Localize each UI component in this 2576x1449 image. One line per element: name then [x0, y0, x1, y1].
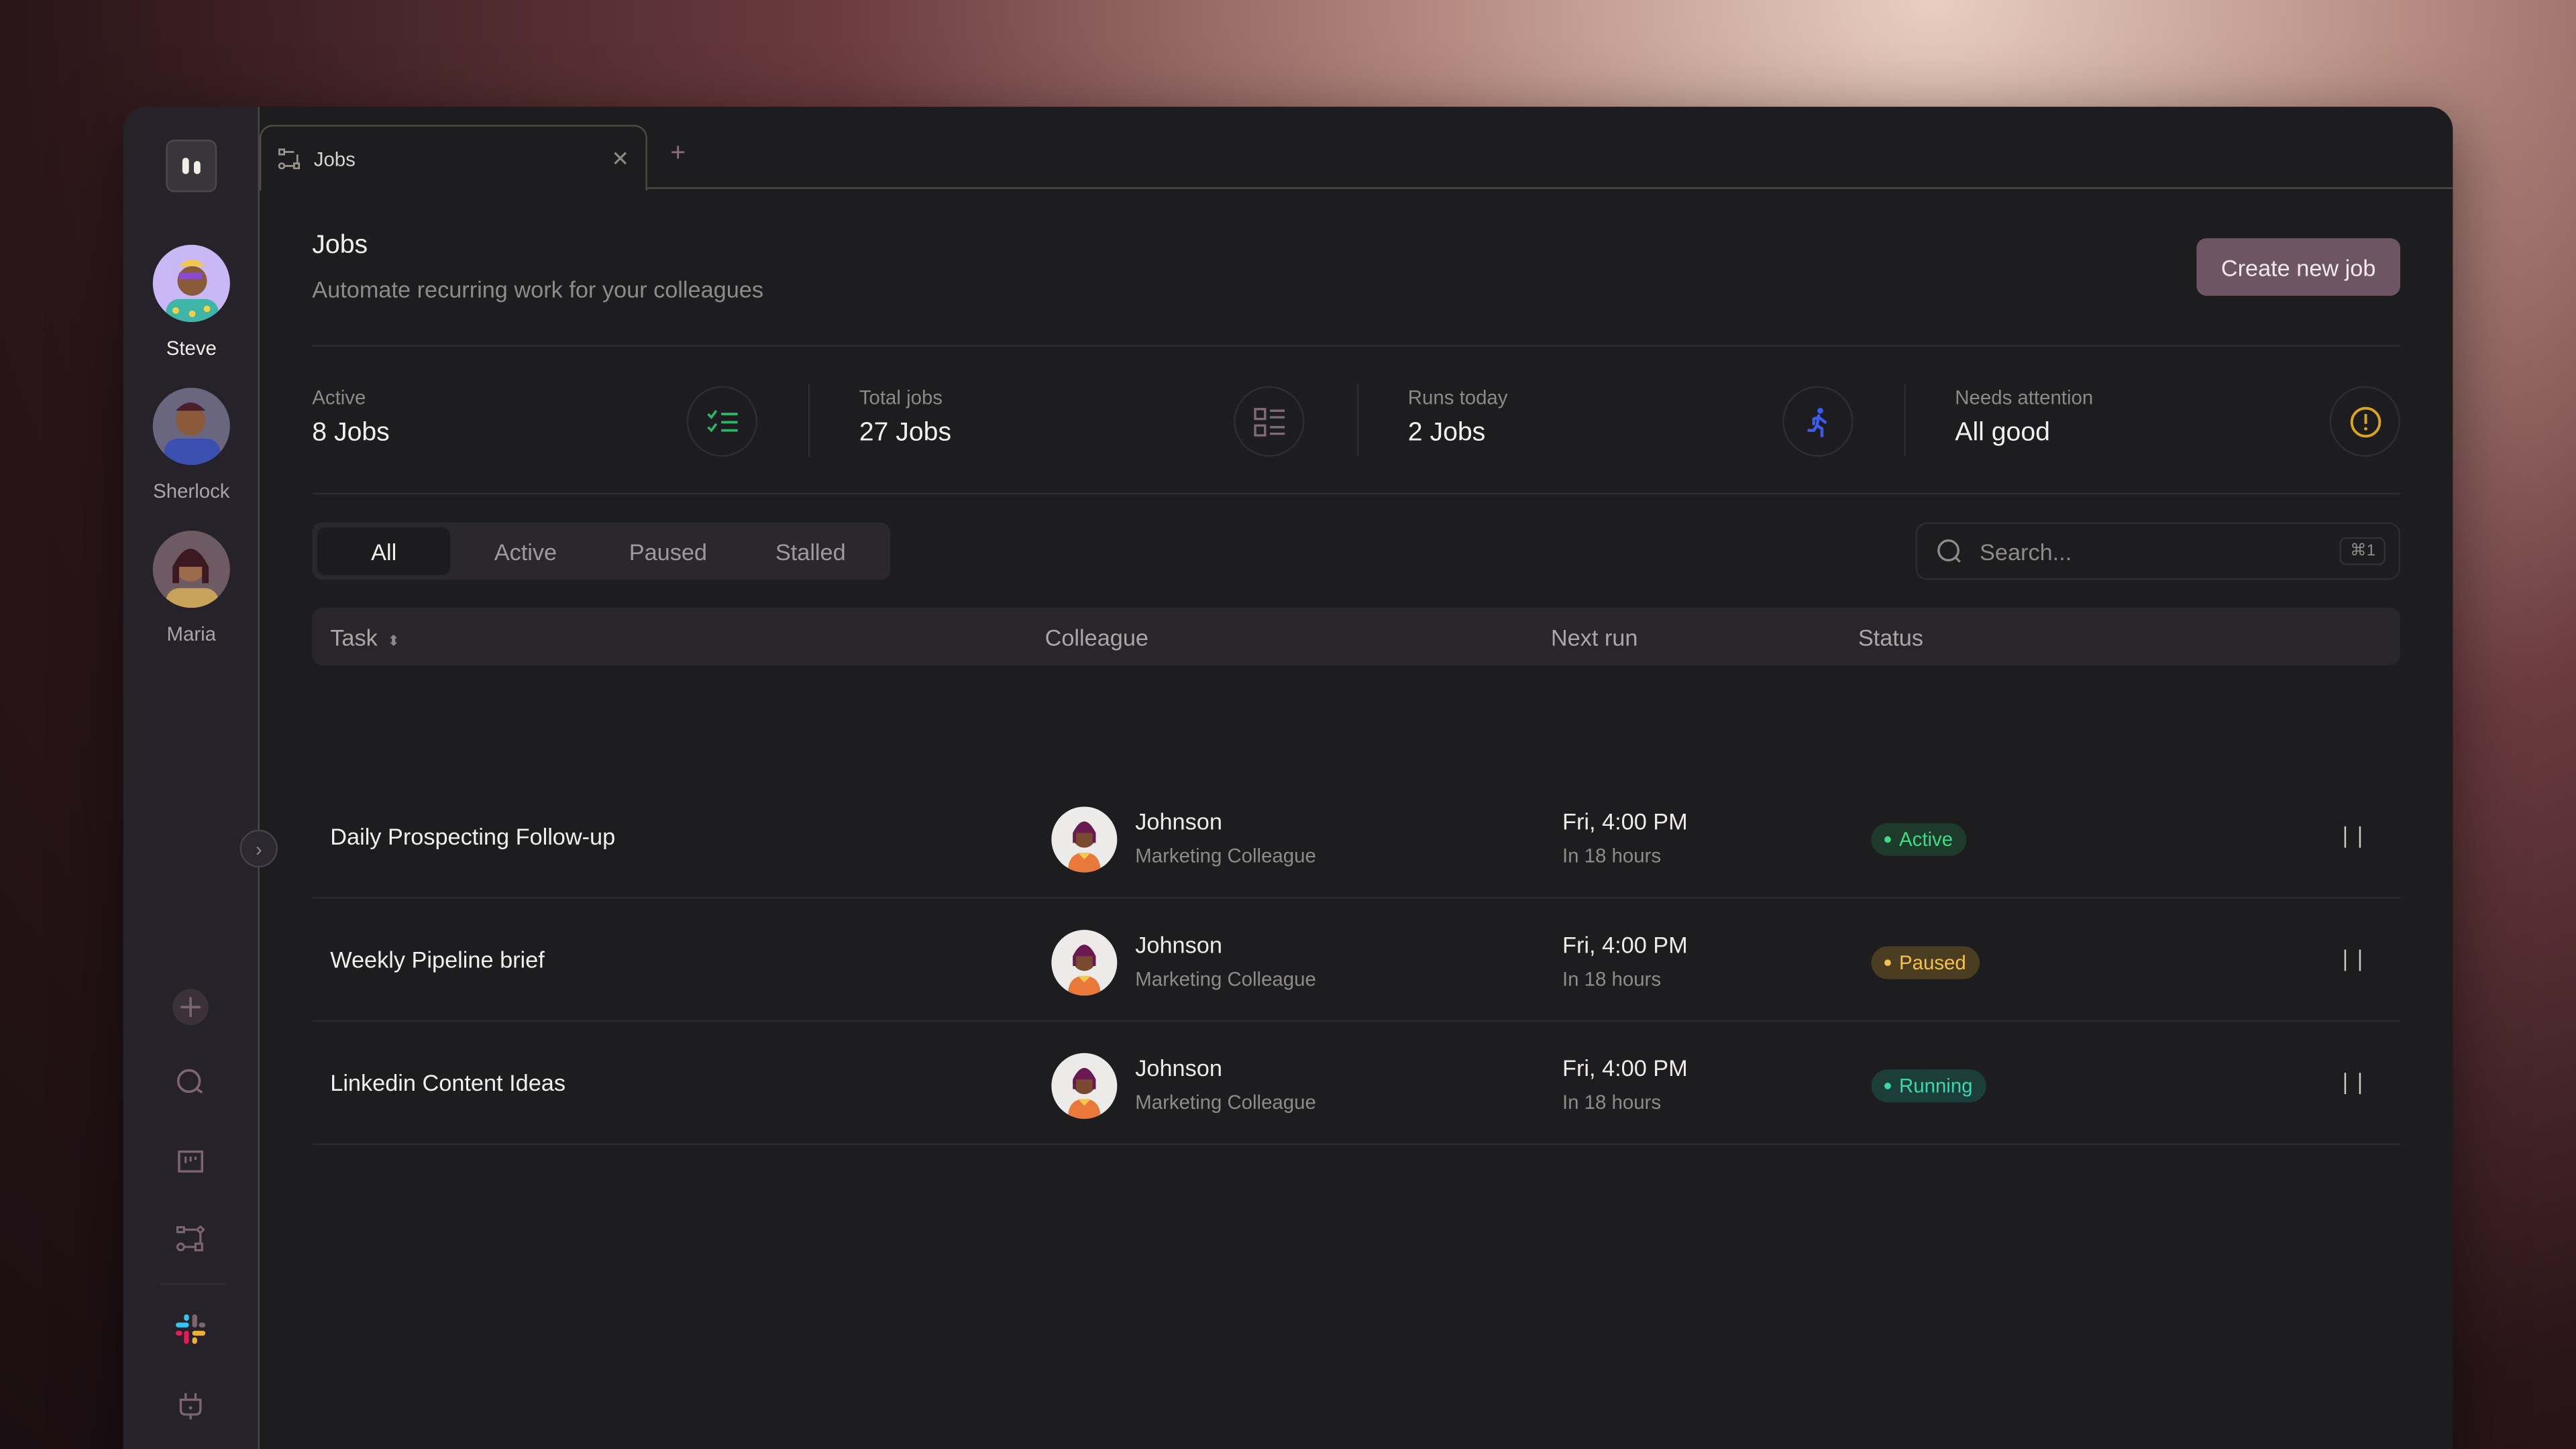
search-icon [1937, 538, 1961, 562]
list-grid-icon [1234, 386, 1305, 457]
column-label: Task [330, 624, 378, 651]
tab-jobs[interactable]: Jobs ✕ [259, 125, 647, 191]
user-label: Maria [166, 623, 217, 646]
slack-icon[interactable] [174, 1313, 207, 1346]
table-header: Task ⬍ Colleague Next run Status [312, 608, 2400, 665]
tab-label: Jobs [313, 147, 356, 170]
next-run-time: Fri, 4:00 PM [1562, 931, 1688, 958]
status-filter: All Active Paused Stalled [312, 522, 891, 580]
stat-separator [1356, 384, 1359, 457]
next-run-time: Fri, 4:00 PM [1562, 1055, 1688, 1081]
colleague-avatar [1051, 1053, 1118, 1119]
workflow-icon[interactable] [174, 1222, 207, 1255]
next-run-relative: In 18 hours [1562, 1091, 1662, 1114]
stat-needs-attention: Needs attention All good [1955, 386, 2400, 459]
filter-stalled[interactable]: Stalled [736, 527, 885, 575]
checklist-icon [686, 386, 757, 457]
app-window: Steve Sherlock Maria › Jobs ✕ + Jobs Aut… [123, 107, 2453, 1449]
colleague-name: Johnson [1135, 931, 1222, 958]
column-next-run: Next run [1550, 624, 1638, 651]
status-badge: Running [1871, 1069, 1986, 1103]
app-logo[interactable] [166, 140, 217, 193]
filter-paused[interactable]: Paused [600, 527, 736, 575]
status-label: Active [1899, 828, 1953, 851]
user-label: Steve [166, 337, 217, 360]
sidebar: Steve Sherlock Maria › [123, 107, 278, 1449]
status-label: Running [1899, 1074, 1973, 1097]
status-dot-icon [1884, 1082, 1891, 1089]
task-name: Linkedin Content Ideas [330, 1069, 566, 1096]
next-run-relative: In 18 hours [1562, 967, 1662, 991]
next-run-time: Fri, 4:00 PM [1562, 808, 1688, 835]
new-tab-button[interactable]: + [670, 140, 686, 169]
colleague-role: Marketing Colleague [1135, 1091, 1316, 1114]
status-badge: Paused [1871, 946, 1980, 979]
page-subtitle: Automate recurring work for your colleag… [312, 276, 764, 303]
divider [312, 345, 2400, 347]
tab-bar: Jobs ✕ + [259, 107, 2453, 191]
pause-icon[interactable] [2344, 949, 2361, 971]
avatar-steve[interactable] [152, 244, 230, 323]
search-icon[interactable] [174, 1066, 207, 1099]
pause-icon[interactable] [2344, 826, 2361, 848]
create-new-job-button[interactable]: Create new job [2196, 238, 2400, 296]
status-badge: Active [1871, 822, 1966, 856]
workflow-icon [278, 148, 301, 170]
desktop: Steve Sherlock Maria › Jobs ✕ + Jobs Aut… [0, 0, 2576, 1449]
sidebar-divider [159, 1283, 225, 1285]
stat-separator [1904, 384, 1906, 457]
stat-separator [808, 384, 810, 457]
colleague-name: Johnson [1135, 808, 1222, 835]
table-row[interactable]: Daily Prospecting Follow-up Johnson Mark… [312, 775, 2400, 899]
sort-icon[interactable]: ⬍ [387, 633, 399, 649]
status-label: Paused [1899, 951, 1966, 975]
column-task[interactable]: Task ⬍ [330, 625, 400, 651]
table-row[interactable]: Weekly Pipeline brief Johnson Marketing … [312, 899, 2400, 1022]
stat-total: Total jobs 27 Jobs [859, 386, 1305, 459]
divider [312, 492, 2400, 495]
expand-sidebar-chevron-icon[interactable]: › [239, 829, 278, 868]
search-input[interactable]: Search... ⌘1 [1915, 522, 2400, 580]
task-name: Daily Prospecting Follow-up [330, 822, 616, 850]
user-label: Sherlock [153, 480, 230, 503]
colleague-role: Marketing Colleague [1135, 844, 1316, 868]
plus-icon[interactable] [172, 989, 209, 1026]
column-colleague: Colleague [1044, 624, 1149, 651]
pause-icon[interactable] [2344, 1073, 2361, 1095]
next-run-relative: In 18 hours [1562, 844, 1662, 868]
running-icon [1782, 386, 1854, 457]
plug-icon[interactable] [174, 1390, 207, 1423]
avatar-maria[interactable] [152, 531, 230, 608]
search-shortcut: ⌘1 [2340, 537, 2385, 566]
colleague-avatar [1051, 806, 1118, 873]
board-icon[interactable] [174, 1145, 207, 1178]
status-dot-icon [1884, 959, 1891, 967]
colleague-role: Marketing Colleague [1135, 967, 1316, 991]
task-name: Weekly Pipeline brief [330, 946, 545, 973]
colleague-avatar [1051, 930, 1118, 996]
filter-active[interactable]: Active [451, 527, 600, 575]
stat-active: Active 8 Jobs [312, 386, 757, 459]
column-status: Status [1858, 624, 1924, 651]
stat-runs-today: Runs today 2 Jobs [1408, 386, 1854, 459]
alert-circle-icon [2329, 386, 2400, 457]
table-row[interactable]: Linkedin Content Ideas Johnson Marketing… [312, 1022, 2400, 1145]
colleague-name: Johnson [1135, 1055, 1222, 1081]
filter-all[interactable]: All [317, 527, 451, 576]
status-dot-icon [1884, 836, 1891, 843]
search-placeholder: Search... [1980, 538, 2072, 565]
avatar-sherlock[interactable] [152, 387, 230, 466]
close-tab-icon[interactable]: ✕ [611, 146, 629, 172]
page-title: Jobs [312, 231, 368, 260]
